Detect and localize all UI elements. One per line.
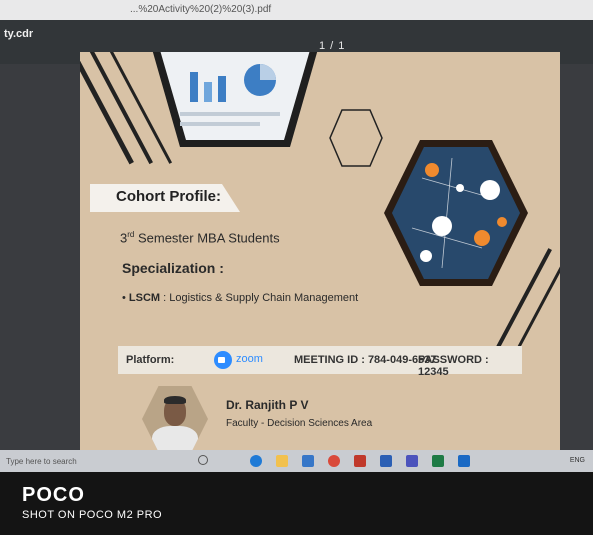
faculty-name: Dr. Ranjith P V [226,398,309,412]
folder-icon[interactable] [276,455,288,467]
semester-text: Semester MBA Students [134,230,280,246]
photo-of-screen: ...%20Activity%20(2)%20(3).pdf ty.cdr 1 … [0,0,593,535]
meeting-id: MEETING ID : 784-049-6537 [294,354,437,366]
lscm-item: • LSCM : Logistics & Supply Chain Manage… [122,292,358,304]
address-bar[interactable]: ...%20Activity%20(2)%20(3).pdf [0,0,593,20]
outline-hexagon [329,109,383,167]
logistics-network-image [384,140,528,286]
faculty-photo [142,386,208,452]
photo-hair [164,396,186,404]
word-icon[interactable] [380,455,392,467]
system-tray[interactable]: ENG [570,457,585,464]
watermark-brand: POCO [22,484,85,506]
bullet: • [122,292,126,304]
excel-icon[interactable] [432,455,444,467]
file-name: ty.cdr [4,28,34,40]
zoom-camera-icon [214,351,232,369]
page-indicator: 1 / 1 [319,40,346,52]
taskview-icon[interactable] [198,455,208,465]
windows-taskbar: Type here to search ENG [0,450,593,472]
faculty-role: Faculty - Decision Sciences Area [226,418,373,429]
zoom-logo-text: zoom [236,353,263,365]
semester-line: 3rd Semester MBA Students [120,230,280,245]
chrome-icon[interactable] [328,455,340,467]
watermark-subtitle: SHOT ON POCO M2 PRO [22,509,163,521]
app-icon[interactable] [354,455,366,467]
store-icon[interactable] [302,455,314,467]
camera-watermark: POCO SHOT ON POCO M2 PRO [0,472,593,535]
cohort-profile-title: Cohort Profile: [116,188,221,205]
teams-icon[interactable] [406,455,418,467]
meeting-info-bar: Platform: zoom MEETING ID : 784-049-6537… [118,346,522,378]
url-text: ...%20Activity%20(2)%20(3).pdf [130,4,272,15]
outlook-icon[interactable] [458,455,470,467]
taskbar-search[interactable]: Type here to search [6,457,77,466]
edge-icon[interactable] [250,455,262,467]
password: PASSWORD : 12345 [418,354,489,378]
photo-shirt [152,426,198,452]
lscm-label: LSCM [128,292,161,304]
pdf-page: Cohort Profile: 3rd Semester MBA Student… [80,52,560,452]
specialization-label: Specialization : [122,260,224,276]
lscm-description: : Logistics & Supply Chain Management [160,292,359,304]
report-chart-image [152,52,318,147]
platform-label: Platform: [126,354,175,366]
